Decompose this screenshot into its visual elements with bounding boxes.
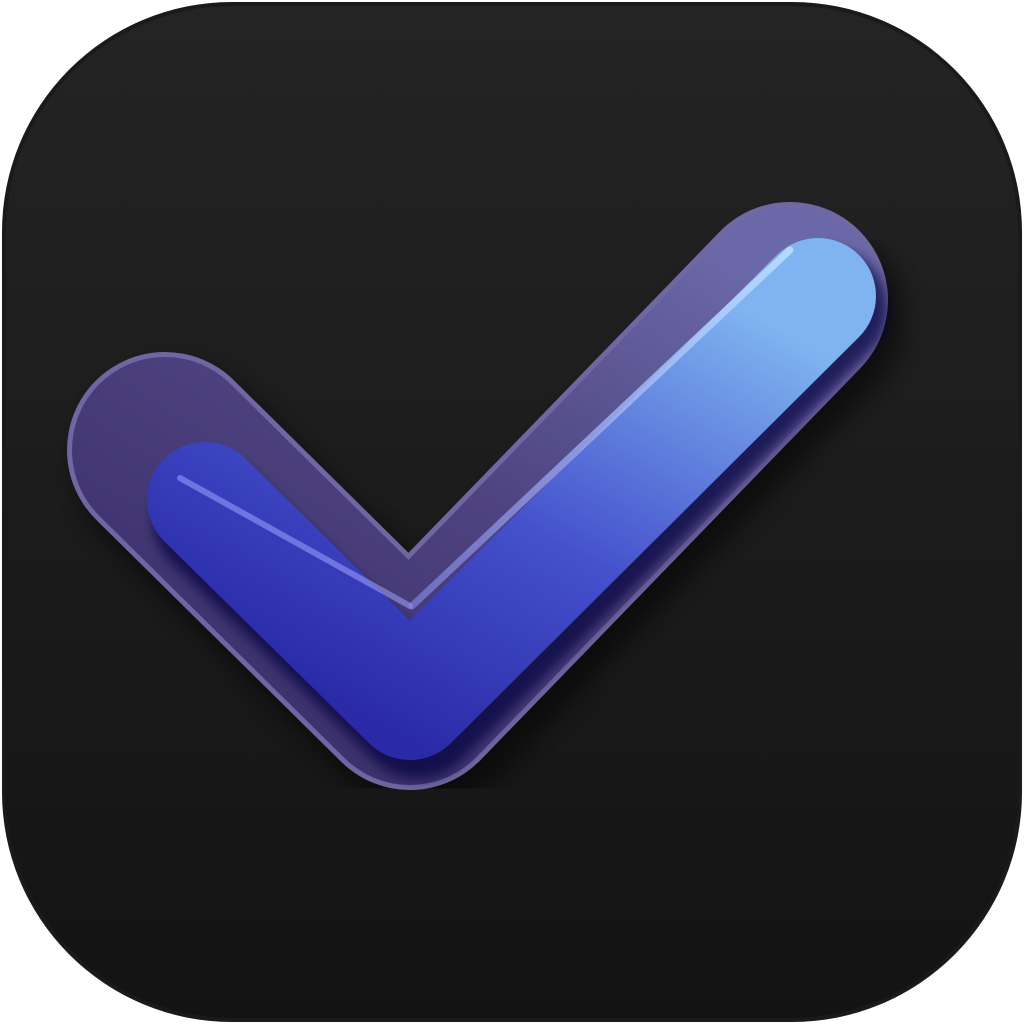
icon-canvas xyxy=(0,0,1024,1024)
checkmark-app-icon[interactable] xyxy=(0,0,1024,1024)
app-icon-graphic xyxy=(2,2,1022,1022)
